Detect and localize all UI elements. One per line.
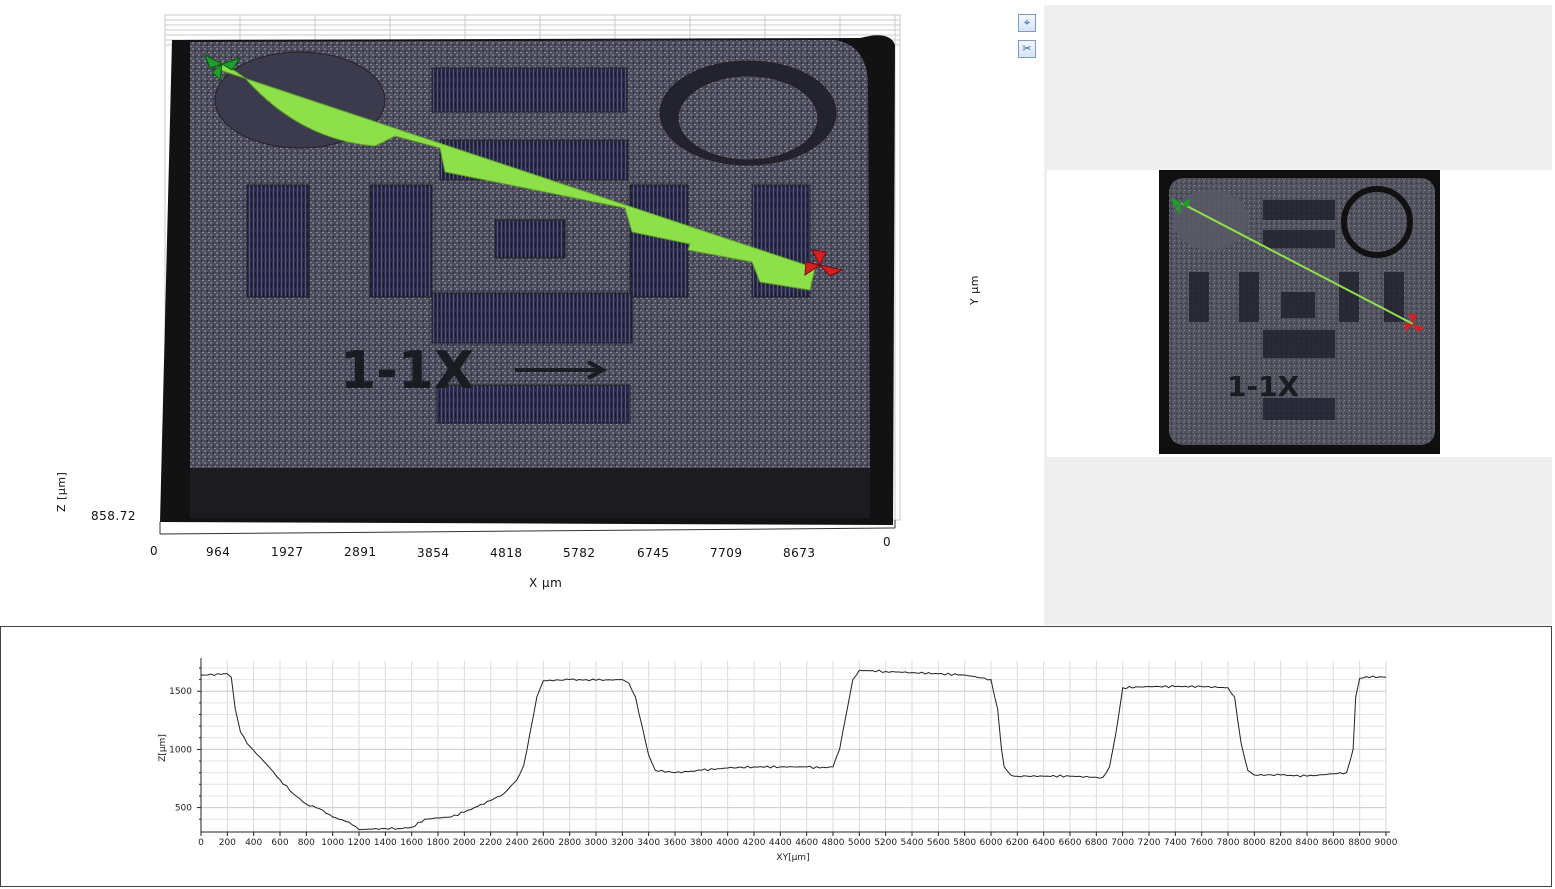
x-tick-label: 4200 xyxy=(743,838,766,848)
x-tick-label: 6800 xyxy=(1085,838,1108,848)
x-tick-label: 3800 xyxy=(690,838,713,848)
thumbnail-view[interactable]: 1-1X xyxy=(1159,170,1440,454)
y-tick-labels: 500 1000 1500 xyxy=(169,687,192,813)
x-tick-label: 1927 xyxy=(271,545,304,559)
x-tick-label: 8600 xyxy=(1322,838,1345,848)
x-tick-label: 0 xyxy=(198,838,204,848)
x-tick-label: 2800 xyxy=(558,838,581,848)
x-tick-end-label: 0 xyxy=(883,535,892,549)
thumbnail-engraving: 1-1X xyxy=(1227,370,1300,403)
x-tick-label: 4818 xyxy=(490,546,523,560)
x-tick-label: 400 xyxy=(245,838,262,848)
y-tick-label: 1500 xyxy=(169,687,192,697)
x-tick-label: 2200 xyxy=(479,838,502,848)
x-tick-label: 5600 xyxy=(927,838,950,848)
chart-axes xyxy=(197,658,1390,836)
x-tick-label: 3854 xyxy=(417,546,450,560)
chart-y-label: Z[µm] xyxy=(158,734,168,762)
x-tick-label: 4800 xyxy=(822,838,845,848)
x-tick-label: 4600 xyxy=(795,838,818,848)
x-tick-label: 6745 xyxy=(637,546,670,560)
x-tick-label: 5800 xyxy=(953,838,976,848)
chart-x-label: XY[µm] xyxy=(776,853,809,863)
x-tick-label: 7709 xyxy=(710,546,743,560)
x-tick-label: 8800 xyxy=(1348,838,1371,848)
x-tick-label: 9000 xyxy=(1375,838,1398,848)
scissors-icon[interactable]: ✂ xyxy=(1018,40,1036,58)
x-tick-label: 7600 xyxy=(1190,838,1213,848)
x-tick-label: 4400 xyxy=(769,838,792,848)
y-axis-title: Y µm xyxy=(968,275,981,305)
z-value-label: 858.72 xyxy=(91,509,136,523)
x-tick-label: 5400 xyxy=(901,838,924,848)
x-tick-label: 2891 xyxy=(344,545,377,559)
x-tick-label: 1800 xyxy=(427,838,450,848)
x-tick-label: 8200 xyxy=(1269,838,1292,848)
x-tick-label: 7000 xyxy=(1111,838,1134,848)
x-tick-label: 3000 xyxy=(585,838,608,848)
profile-chart[interactable]: 0 200 400 600 800 1000 1200 1400 1600 1800 2000 220… xyxy=(0,626,1552,887)
x-tick-label: 2400 xyxy=(506,838,529,848)
x-tick-label: 200 xyxy=(219,838,236,848)
x-tick-label: 3200 xyxy=(611,838,634,848)
crosshair-move-icon[interactable]: ⌖ xyxy=(1018,14,1036,32)
x-tick-label: 3400 xyxy=(637,838,660,848)
x-tick-label: 7800 xyxy=(1217,838,1240,848)
x-axis-title: X µm xyxy=(529,576,563,590)
x-tick-label: 1000 xyxy=(321,838,344,848)
x-tick-label: 5200 xyxy=(874,838,897,848)
surface-3d-view[interactable]: 1-1X xyxy=(0,0,1000,600)
x-tick-label: 7200 xyxy=(1138,838,1161,848)
x-tick-label: 6400 xyxy=(1032,838,1055,848)
x-tick-label: 4000 xyxy=(716,838,739,848)
x-tick-label: 8673 xyxy=(783,546,816,560)
x-tick-label: 964 xyxy=(206,545,231,559)
x-tick-label: 2600 xyxy=(532,838,555,848)
x-tick-label: 8400 xyxy=(1296,838,1319,848)
surface-engraving: 1-1X xyxy=(340,341,474,401)
x-tick-labels: 0 200 400 600 800 1000 1200 1400 1600 1800 2000 220… xyxy=(198,838,1398,848)
x-tick-label: 1400 xyxy=(374,838,397,848)
y-tick-label: 1000 xyxy=(169,745,192,755)
x-tick-label: 1200 xyxy=(348,838,371,848)
x-tick-label: 7400 xyxy=(1164,838,1187,848)
x-tick-label: 6000 xyxy=(980,838,1003,848)
x-tick-label: 3600 xyxy=(664,838,687,848)
x-tick-label: 5000 xyxy=(848,838,871,848)
x-tick-label: 1600 xyxy=(400,838,423,848)
x-tick-label: 6200 xyxy=(1006,838,1029,848)
x-tick-label: 800 xyxy=(298,838,315,848)
x-tick-label: 6600 xyxy=(1059,838,1082,848)
x-tick-label: 0 xyxy=(150,544,159,558)
x-tick-label: 5782 xyxy=(563,546,596,560)
y-tick-label: 500 xyxy=(175,804,192,814)
x-tick-label: 8000 xyxy=(1243,838,1266,848)
x-tick-label: 2000 xyxy=(453,838,476,848)
z-axis-title: Z [µm] xyxy=(55,471,68,512)
x-tick-label: 600 xyxy=(271,838,288,848)
